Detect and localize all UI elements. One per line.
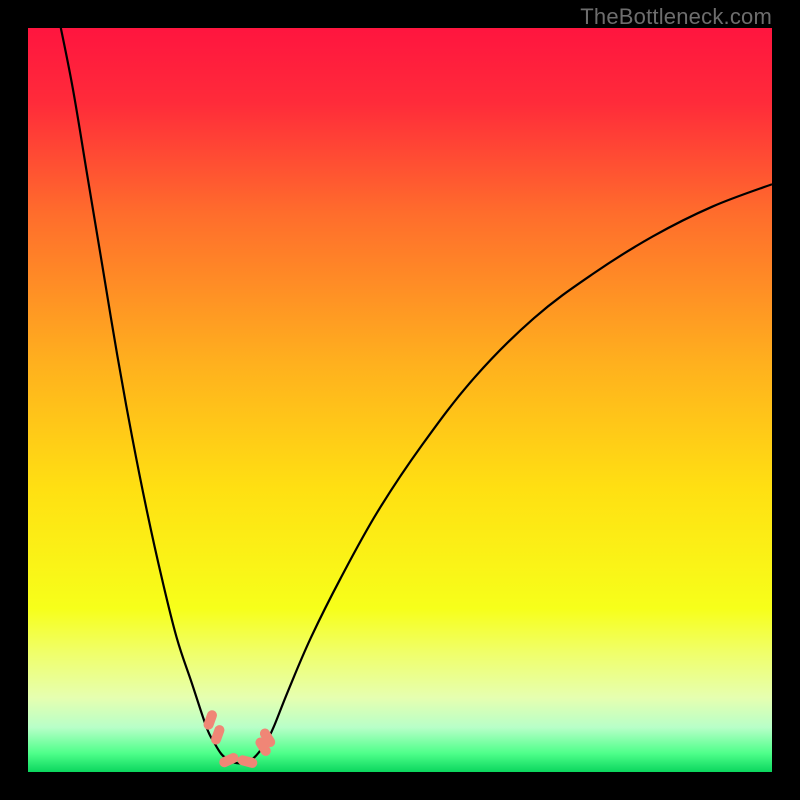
plot-area (28, 28, 772, 772)
gradient-background (28, 28, 772, 772)
watermark-text: TheBottleneck.com (580, 4, 772, 30)
chart-frame: TheBottleneck.com (0, 0, 800, 800)
chart-svg (28, 28, 772, 772)
